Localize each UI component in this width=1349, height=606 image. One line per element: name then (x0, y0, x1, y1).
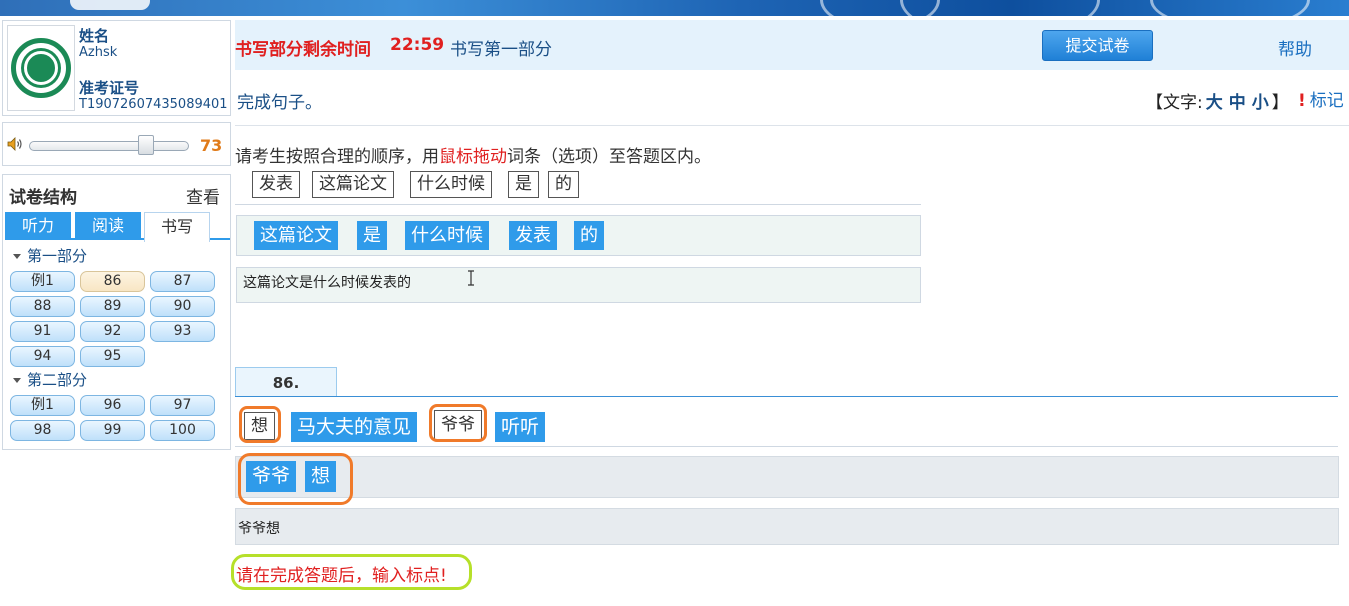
instruction-highlight: 鼠标拖动 (439, 147, 507, 167)
example-arranged-chip: 这篇论文 (254, 221, 338, 250)
volume-slider[interactable] (29, 141, 189, 151)
font-size-suffix: 】 (1271, 93, 1289, 113)
collapse-triangle-icon (13, 254, 21, 259)
mark-label: 标记 (1309, 91, 1344, 111)
highlight-outline (231, 554, 472, 590)
banner-logo (70, 0, 150, 10)
tab-listening[interactable]: 听力 (5, 212, 71, 240)
example-arranged-chip: 的 (574, 221, 604, 250)
volume-panel: 73 (2, 122, 231, 166)
submit-exam-button[interactable]: 提交试卷 (1042, 30, 1153, 61)
example-answer-box: 这篇论文是什么时候发表的 (236, 267, 921, 303)
question-tab-underline (235, 396, 1338, 397)
font-medium-button[interactable]: 中 (1229, 93, 1246, 113)
highlight-outline (239, 406, 281, 443)
exam-logo (7, 25, 75, 111)
question-button-ex1-part2[interactable]: 例1 (10, 395, 75, 416)
question-button-94[interactable]: 94 (10, 346, 75, 367)
example-drop-area: 这篇论文 是 什么时候 发表 的 (236, 215, 921, 256)
text-cursor-icon (468, 270, 474, 286)
example-option: 这篇论文 (312, 171, 394, 198)
volume-slider-handle[interactable] (138, 135, 154, 155)
question-button-97[interactable]: 97 (150, 395, 215, 416)
divider (235, 446, 1338, 447)
part1-label[interactable]: 第一部分 (13, 245, 87, 266)
timer-label: 书写部分剩余时间 (235, 40, 371, 60)
question-button-89[interactable]: 89 (80, 296, 145, 317)
font-large-button[interactable]: 大 (1206, 93, 1223, 113)
question-button-91[interactable]: 91 (10, 321, 75, 342)
instruction-text: 请考生按照合理的顺序，用鼠标拖动词条（选项）至答题区内。 (235, 147, 711, 167)
mark-button[interactable]: ! 标记 (1298, 86, 1344, 111)
example-arranged-chip: 什么时候 (405, 221, 489, 250)
question-button-92[interactable]: 92 (80, 321, 145, 342)
structure-title: 试卷结构 (9, 188, 77, 208)
option-chip[interactable]: 听听 (495, 412, 546, 442)
tab-reading[interactable]: 阅读 (75, 212, 141, 240)
section-tabs: 听力 阅读 书写 (5, 212, 230, 242)
name-label: 姓名 (79, 27, 110, 45)
part2-label[interactable]: 第二部分 (13, 369, 87, 390)
name-value: Azhsk (79, 45, 118, 60)
banner-decoration (1150, 0, 1310, 16)
banner-decoration (900, 0, 1100, 16)
timer-value: 22:59 (390, 35, 445, 55)
top-banner (0, 0, 1349, 16)
exam-structure-panel: 试卷结构 查看 听力 阅读 书写 第一部分 例1 86 87 88 89 90 … (2, 174, 231, 450)
collapse-triangle-icon (13, 378, 21, 383)
question-button-ex1[interactable]: 例1 (10, 271, 75, 292)
highlight-outline (238, 453, 353, 505)
question-button-86[interactable]: 86 (80, 271, 145, 292)
question-button-98[interactable]: 98 (10, 420, 75, 441)
question-button-99[interactable]: 99 (80, 420, 145, 441)
divider (235, 125, 1349, 126)
font-size-control: 【文字: 大中小】 (1146, 88, 1289, 113)
example-option: 的 (548, 171, 579, 198)
question-tab-86[interactable]: 86. (235, 367, 337, 397)
question-button-90[interactable]: 90 (150, 296, 215, 317)
task-title: 完成句子。 (237, 93, 322, 113)
id-label: 准考证号 (79, 79, 140, 97)
volume-value: 73 (200, 136, 223, 155)
answer-text-box[interactable]: 爷爷想 (235, 508, 1339, 545)
structure-view-link[interactable]: 查看 (186, 183, 220, 208)
candidate-panel: 姓名 Azhsk 准考证号 T19072607435089401 (2, 20, 231, 116)
tab-writing[interactable]: 书写 (144, 212, 210, 242)
question-button-87[interactable]: 87 (150, 271, 215, 292)
question-button-96[interactable]: 96 (80, 395, 145, 416)
example-option: 发表 (252, 171, 300, 198)
question-button-95[interactable]: 95 (80, 346, 145, 367)
question-button-100[interactable]: 100 (150, 420, 215, 441)
example-option: 是 (508, 171, 539, 198)
speaker-icon[interactable] (7, 137, 23, 151)
highlight-outline (429, 404, 487, 442)
example-arranged-chip: 发表 (509, 221, 557, 250)
font-size-prefix: 【文字: (1146, 93, 1203, 113)
font-small-button[interactable]: 小 (1252, 93, 1269, 113)
answer-drop-area[interactable] (235, 456, 1339, 498)
question-button-88[interactable]: 88 (10, 296, 75, 317)
example-option: 什么时候 (410, 171, 492, 198)
mark-flag-icon: ! (1298, 91, 1306, 111)
header-bar: 书写部分剩余时间 22:59 书写第一部分 提交试卷 帮助 (235, 20, 1349, 70)
divider (235, 204, 921, 205)
question-button-93[interactable]: 93 (150, 321, 215, 342)
id-value: T19072607435089401 (79, 97, 228, 112)
option-chip[interactable]: 马大夫的意见 (291, 412, 418, 442)
section-name: 书写第一部分 (450, 40, 552, 60)
example-arranged-chip: 是 (357, 221, 387, 250)
help-link[interactable]: 帮助 (1278, 35, 1312, 60)
